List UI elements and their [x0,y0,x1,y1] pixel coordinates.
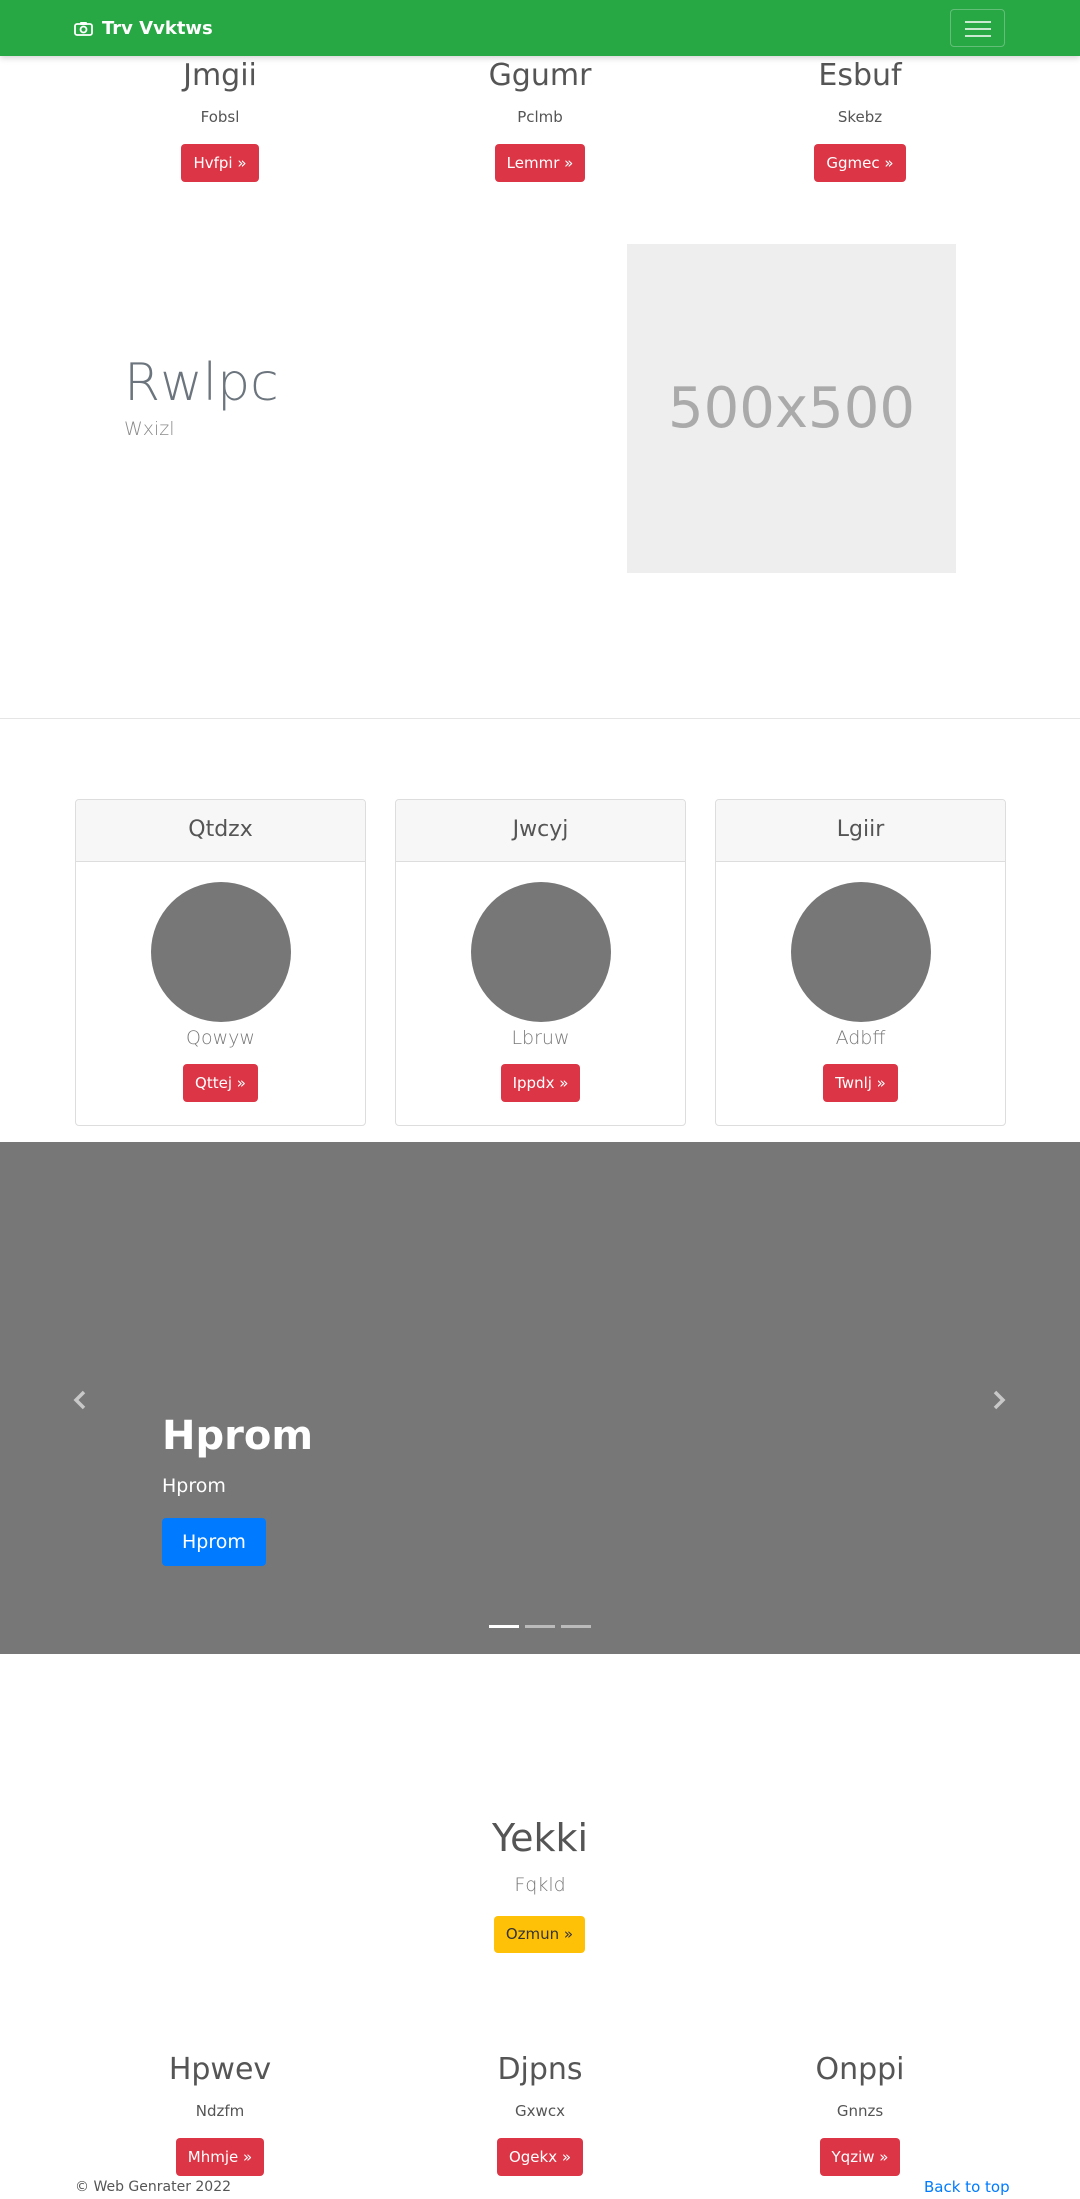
feature-title: Djpns [497,2052,583,2087]
feature-text: Gnnzs [836,2102,884,2120]
placeholder-image: 500x500 [627,244,956,573]
feature-button[interactable]: Hvfpi » [181,144,259,182]
avatar-placeholder [150,882,291,1022]
feature-button[interactable]: Ggmec » [814,144,906,182]
camera-icon [74,21,93,36]
feature-title: Ggumr [488,58,592,93]
carousel-subtitle: Hprom [162,1475,226,1497]
carousel-button[interactable]: Hprom [162,1518,266,1566]
feature-button[interactable]: Mhmje » [175,2138,265,2176]
card-text: Qowyw [186,1027,255,1049]
menu-toggle-button[interactable] [950,9,1005,47]
feature-text: Ndzfm [195,2102,245,2120]
footer-copyright: © Web Genrater 2022 [75,2179,232,2195]
carousel-indicator[interactable] [561,1625,591,1628]
feature-title: Jmgii [183,58,257,93]
section-button[interactable]: Ozmun » [494,1916,585,1953]
avatar-placeholder [470,882,611,1022]
feature-text: Pclmb [517,108,563,126]
card-header: Jwcyj [396,800,685,862]
chevron-left-icon[interactable] [71,1390,91,1410]
feature-text: Gxwcx [515,2102,565,2120]
feature-button[interactable]: Yqziw » [819,2138,901,2176]
back-to-top-link[interactable]: Back to top [924,2178,1010,2196]
carousel-indicator[interactable] [489,1625,519,1628]
feature-column: Onppi Gnnzs Yqziw » [710,2052,1010,2176]
card-text: Lbruw [511,1027,570,1049]
card-header: Lgiir [716,800,1005,862]
feature-title: Onppi [815,2052,905,2087]
feature-title: Hpwev [168,2052,272,2087]
profile-card: Jwcyj Lbruw Ippdx » [395,799,686,1126]
feature-text: Skebz [837,108,883,126]
profile-card: Lgiir Adbff Twnlj » [715,799,1006,1126]
card-button[interactable]: Twnlj » [823,1064,898,1102]
feature-column: Ggumr Pclmb Lemmr » [390,58,690,182]
carousel-indicator[interactable] [525,1625,555,1628]
section-subtitle: Fqkld [514,1874,566,1896]
menu-icon [965,21,991,23]
hero-subtitle: Wxizl [124,418,175,440]
profile-card: Qtdzx Qowyw Qttej » [75,799,366,1126]
feature-button[interactable]: Lemmr » [494,144,586,182]
navbar-brand[interactable]: Trv Vvktws [74,14,213,42]
placeholder-image-label: 500x500 [668,376,915,441]
feature-text: Fobsl [200,108,240,126]
brand-label: Trv Vvktws [102,17,213,39]
feature-column: Esbuf Skebz Ggmec » [710,58,1010,182]
section-title: Yekki [491,1816,589,1860]
section-divider [0,718,1080,719]
card-text: Adbff [835,1027,886,1049]
carousel: Hprom Hprom Hprom [0,1142,1080,1654]
feature-column: Djpns Gxwcx Ogekx » [390,2052,690,2176]
card-button[interactable]: Ippdx » [500,1064,581,1102]
feature-title: Esbuf [818,58,902,93]
carousel-title: Hprom [162,1413,313,1459]
hero-title: Rwlpc [124,353,279,413]
card-header: Qtdzx [76,800,365,862]
feature-column: Jmgii Fobsl Hvfpi » [70,58,370,182]
avatar-placeholder [790,882,931,1022]
feature-column: Hpwev Ndzfm Mhmje » [70,2052,370,2176]
navbar: Trv Vvktws [0,0,1080,56]
feature-button[interactable]: Ogekx » [496,2138,584,2176]
chevron-right-icon[interactable] [988,1390,1008,1410]
card-button[interactable]: Qttej » [183,1064,258,1102]
